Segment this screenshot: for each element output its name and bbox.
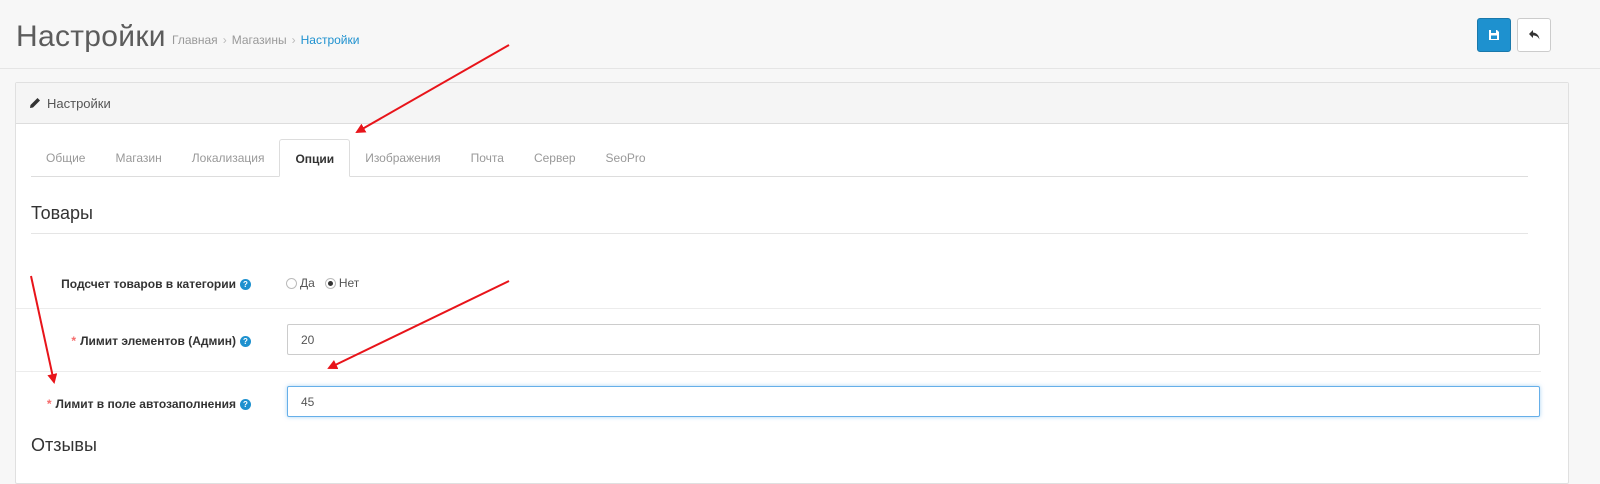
product-count-radio-group: Да Нет: [286, 276, 369, 290]
breadcrumb-separator: ›: [222, 33, 227, 47]
field-label-product-count: Подсчет товаров в категории ?: [61, 277, 251, 291]
help-icon[interactable]: ?: [240, 335, 251, 347]
breadcrumb-home[interactable]: Главная: [172, 33, 218, 47]
breadcrumb: Главная › Магазины › Настройки: [172, 33, 359, 47]
radio-yes-label[interactable]: Да: [300, 276, 315, 290]
admin-limit-input[interactable]: [287, 324, 1540, 355]
radio-no[interactable]: [324, 277, 336, 289]
help-icon[interactable]: ?: [240, 278, 251, 290]
back-button[interactable]: [1517, 18, 1551, 52]
page-header: Настройки Главная › Магазины › Настройки: [0, 0, 1600, 69]
reply-icon: [1528, 30, 1539, 40]
pencil-icon: [29, 97, 41, 109]
tab-seopro[interactable]: SeoPro: [591, 139, 661, 176]
tab-server[interactable]: Сервер: [519, 139, 591, 176]
field-label-text: Подсчет товаров в категории: [61, 277, 236, 291]
tab-general[interactable]: Общие: [31, 139, 100, 176]
tab-options[interactable]: Опции: [279, 139, 351, 177]
autocomplete-limit-input[interactable]: [287, 386, 1540, 417]
breadcrumb-settings[interactable]: Настройки: [301, 33, 360, 47]
panel-heading-title: Настройки: [47, 95, 111, 111]
field-label-admin-limit: * Лимит элементов (Админ) ?: [71, 334, 251, 348]
tab-images[interactable]: Изображения: [350, 139, 455, 176]
form-row-admin-limit: * Лимит элементов (Админ) ?: [16, 308, 1541, 371]
form-row-product-count: Подсчет товаров в категории ? Да Нет: [16, 263, 1541, 307]
field-label-autocomplete-limit: * Лимит в поле автозаполнения ?: [47, 397, 251, 411]
form-row-autocomplete-limit: * Лимит в поле автозаполнения ?: [16, 371, 1541, 434]
tab-localization[interactable]: Локализация: [177, 139, 280, 176]
field-label-text: Лимит элементов (Админ): [80, 334, 236, 348]
section-title-reviews: Отзывы: [31, 435, 97, 455]
panel-heading: Настройки: [16, 83, 1568, 124]
section-title-products: Товары: [31, 203, 1528, 234]
save-button[interactable]: [1477, 18, 1511, 52]
tab-mail[interactable]: Почта: [456, 139, 519, 176]
floppy-disk-icon: [1489, 30, 1499, 40]
settings-tabs: Общие Магазин Локализация Опции Изображе…: [31, 139, 1528, 177]
required-mark: *: [71, 334, 77, 348]
breadcrumb-separator: ›: [291, 33, 296, 47]
page-title: Настройки: [16, 20, 166, 53]
tab-store[interactable]: Магазин: [100, 139, 176, 176]
help-icon[interactable]: ?: [240, 398, 251, 410]
radio-yes[interactable]: [286, 277, 297, 289]
breadcrumb-stores[interactable]: Магазины: [232, 33, 287, 47]
required-mark: *: [46, 397, 52, 411]
field-label-text: Лимит в поле автозаполнения: [55, 397, 236, 411]
settings-panel: Настройки Общие Магазин Локализация Опци…: [15, 82, 1569, 484]
radio-no-label[interactable]: Нет: [339, 276, 359, 290]
